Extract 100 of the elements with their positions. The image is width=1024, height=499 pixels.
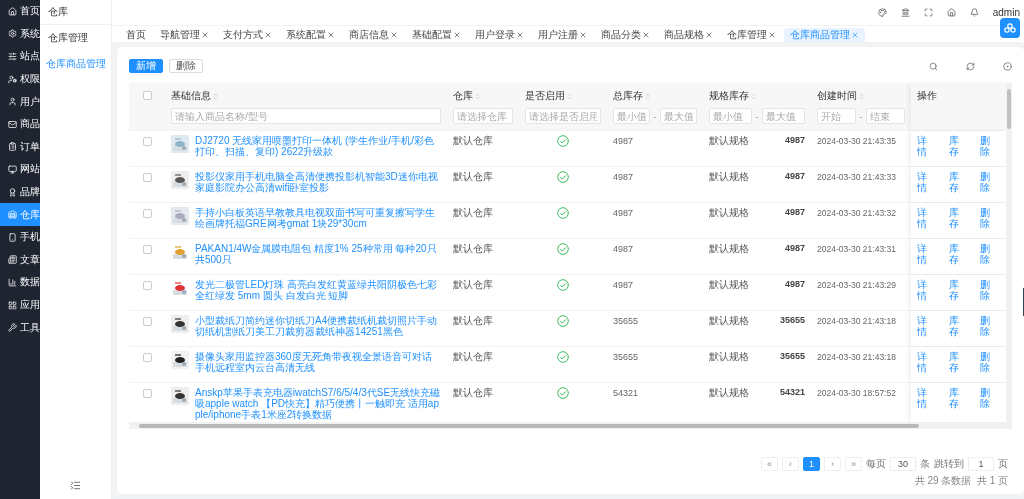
tab[interactable]: 导航管理 bbox=[154, 28, 215, 42]
sidebar-item[interactable]: 数据 bbox=[0, 271, 40, 294]
select-all-checkbox[interactable] bbox=[142, 91, 152, 100]
close-icon[interactable] bbox=[705, 31, 713, 39]
action-link[interactable]: 删除 bbox=[980, 243, 1000, 265]
filter-field[interactable]: 结束 bbox=[865, 108, 905, 124]
product-name-link[interactable]: Anskp苹果手表充电器iwatchS7/6/5/4/3代SE无线快充磁吸apple watch 【PD快充】精巧便携丨一触即充 适用apple/iphone手表1米座2转换数据 bbox=[195, 387, 441, 420]
sidebar-item[interactable]: 手机 bbox=[0, 225, 40, 249]
filter-field[interactable]: 请输入商品名称/型号 bbox=[171, 108, 441, 124]
row-checkbox[interactable] bbox=[142, 245, 152, 254]
action-link[interactable]: 库存 bbox=[948, 351, 969, 373]
filter-field[interactable]: 最大值 bbox=[659, 108, 697, 124]
sidebar-item[interactable]: 权限 bbox=[0, 67, 40, 91]
close-icon[interactable] bbox=[851, 31, 859, 39]
action-link[interactable]: 详情 bbox=[917, 207, 937, 229]
action-link[interactable]: 删除 bbox=[980, 207, 1000, 229]
sidebar-item[interactable]: 文章 bbox=[0, 248, 40, 272]
sidebar-item[interactable]: 品牌 bbox=[0, 180, 40, 204]
tab[interactable]: 仓库管理 bbox=[721, 28, 782, 42]
column-header[interactable]: 操作 bbox=[917, 89, 1000, 103]
user-name[interactable]: admin bbox=[992, 7, 1020, 18]
product-name-link[interactable]: 摄像头家用监控器360度无死角带夜视全景语音可对话手机远程室内云台高清无线 bbox=[195, 351, 441, 373]
tab[interactable]: 商品规格 bbox=[658, 28, 719, 42]
prev-page-button[interactable]: ‹ bbox=[782, 457, 799, 471]
row-checkbox[interactable] bbox=[142, 389, 152, 398]
action-link[interactable]: 详情 bbox=[917, 135, 937, 157]
action-link[interactable]: 库存 bbox=[948, 135, 969, 157]
sidebar-item[interactable]: 工具 bbox=[0, 316, 40, 339]
collapse-icon[interactable] bbox=[70, 480, 81, 491]
search-icon[interactable] bbox=[929, 61, 938, 71]
action-link[interactable]: 删除 bbox=[980, 315, 1000, 337]
row-checkbox[interactable] bbox=[142, 281, 152, 290]
palette-icon[interactable] bbox=[877, 8, 887, 17]
tab[interactable]: 用户注册 bbox=[532, 28, 593, 42]
sidebar-item[interactable]: 网站 bbox=[0, 158, 40, 181]
building-icon[interactable] bbox=[900, 8, 910, 17]
product-name-link[interactable]: 小型裁纸刀简约迷你切纸刀A4便携裁纸机裁切照片手动切纸机割纸刀美工刀裁剪器裁纸神器14251黑色 bbox=[195, 315, 441, 337]
action-link[interactable]: 删除 bbox=[980, 171, 1000, 193]
filter-field[interactable]: 开始 bbox=[817, 108, 857, 124]
tab[interactable]: 商店信息 bbox=[343, 28, 404, 42]
action-link[interactable]: 库存 bbox=[948, 243, 969, 265]
close-icon[interactable] bbox=[390, 31, 398, 39]
filter-field[interactable]: 最大值 bbox=[761, 108, 805, 124]
close-icon[interactable] bbox=[516, 31, 524, 39]
first-page-button[interactable]: « bbox=[761, 457, 778, 471]
action-link[interactable]: 库存 bbox=[948, 207, 969, 229]
settings-icon[interactable] bbox=[1003, 61, 1012, 71]
submenu-group[interactable]: 仓库管理 bbox=[40, 25, 111, 45]
home-icon[interactable] bbox=[946, 8, 956, 17]
tab[interactable]: 支付方式 bbox=[217, 28, 278, 42]
filter-field[interactable]: 最小值 bbox=[613, 108, 651, 124]
page-button[interactable]: 1 bbox=[803, 457, 820, 471]
sidebar-item[interactable]: 站点 bbox=[0, 45, 40, 68]
sidebar-item[interactable]: 首页 bbox=[0, 0, 40, 23]
sidebar-item[interactable]: 订单 bbox=[0, 135, 40, 159]
filter-field[interactable]: 请选择仓库 bbox=[453, 108, 513, 124]
sidebar-item[interactable]: 应用 bbox=[0, 293, 40, 317]
column-header[interactable]: 基础信息 bbox=[171, 89, 441, 103]
product-name-link[interactable]: PAKAN1/4W金属膜电阻包 精度1% 25种常用 每种20只共500只 bbox=[195, 243, 441, 265]
tab[interactable]: 系统配置 bbox=[280, 28, 341, 42]
filter-field[interactable]: 最小值 bbox=[709, 108, 753, 124]
sidebar-item[interactable]: 用户 bbox=[0, 90, 40, 113]
jump-page-field[interactable]: 1 bbox=[968, 457, 994, 471]
column-header[interactable]: 规格库存 bbox=[709, 89, 805, 103]
close-icon[interactable] bbox=[642, 31, 650, 39]
row-checkbox[interactable] bbox=[142, 317, 152, 326]
row-checkbox[interactable] bbox=[142, 209, 152, 218]
action-link[interactable]: 库存 bbox=[948, 279, 969, 301]
sidebar-item[interactable]: 系统 bbox=[0, 22, 40, 46]
horizontal-scrollbar[interactable] bbox=[129, 423, 1012, 429]
close-icon[interactable] bbox=[579, 31, 587, 39]
column-header[interactable]: 仓库 bbox=[453, 89, 513, 103]
submenu-item[interactable]: 仓库商品管理 bbox=[40, 45, 111, 71]
action-link[interactable]: 删除 bbox=[980, 351, 1000, 373]
action-link[interactable]: 详情 bbox=[917, 279, 937, 301]
tab[interactable]: 用户登录 bbox=[469, 28, 530, 42]
delete-button[interactable]: 删除 bbox=[169, 59, 203, 73]
action-link[interactable]: 详情 bbox=[917, 387, 937, 409]
row-checkbox[interactable] bbox=[142, 353, 152, 362]
product-name-link[interactable]: 发光二极管LED灯珠 高亮白发红黄蓝绿共阳阴极色七彩全红绿发 5mm 圆头 白发白光 短脚 bbox=[195, 279, 441, 301]
last-page-button[interactable]: » bbox=[845, 457, 862, 471]
row-checkbox[interactable] bbox=[142, 173, 152, 182]
tab[interactable]: 首页 bbox=[120, 28, 152, 42]
action-link[interactable]: 删除 bbox=[980, 135, 1000, 157]
action-link[interactable]: 详情 bbox=[917, 351, 937, 373]
tab[interactable]: 商品分类 bbox=[595, 28, 656, 42]
close-icon[interactable] bbox=[768, 31, 776, 39]
vertical-scrollbar[interactable] bbox=[1006, 83, 1012, 423]
next-page-button[interactable]: › bbox=[824, 457, 841, 471]
tab[interactable]: 基础配置 bbox=[406, 28, 467, 42]
column-header[interactable]: 是否启用 bbox=[525, 89, 601, 103]
close-icon[interactable] bbox=[264, 31, 272, 39]
action-link[interactable]: 库存 bbox=[948, 315, 969, 337]
product-name-link[interactable]: DJ2720 无线家用喷墨打印一体机 (学生作业/手机/彩色打印、扫描、复印) 2622升级款 bbox=[195, 135, 441, 157]
action-link[interactable]: 库存 bbox=[948, 171, 969, 193]
column-header[interactable]: 创建时间 bbox=[817, 89, 905, 103]
fullscreen-icon[interactable] bbox=[923, 8, 933, 17]
action-link[interactable]: 详情 bbox=[917, 243, 937, 265]
action-link[interactable]: 详情 bbox=[917, 171, 937, 193]
bell-icon[interactable] bbox=[969, 8, 979, 17]
